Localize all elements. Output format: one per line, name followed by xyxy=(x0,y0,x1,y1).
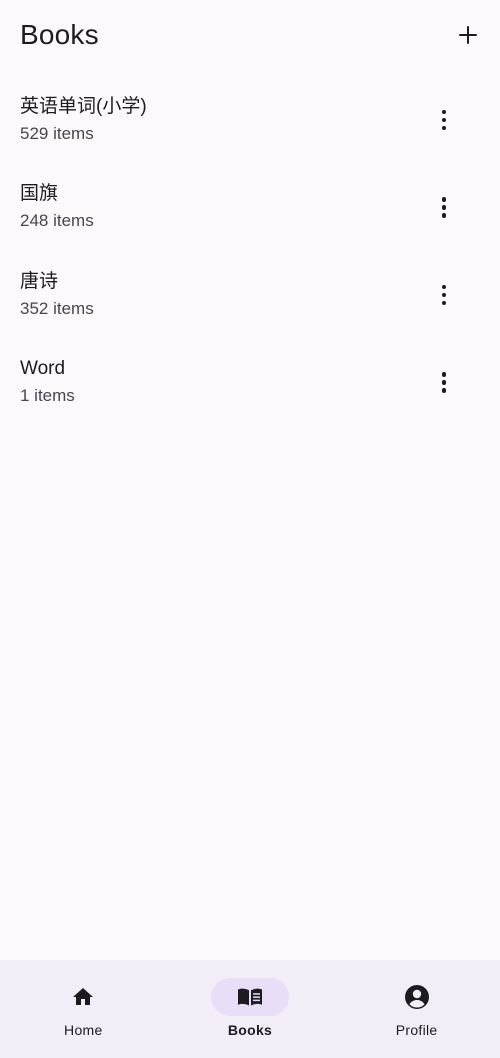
nav-label-home: Home xyxy=(64,1022,103,1038)
book-open-icon xyxy=(236,985,264,1009)
nav-indicator xyxy=(378,978,456,1016)
book-item-count: 352 items xyxy=(20,298,94,318)
book-item-count: 1 items xyxy=(20,386,75,406)
bottom-navigation-bar: Home Books Profile xyxy=(0,960,500,1058)
book-title: 国旗 xyxy=(20,183,59,205)
book-item-text: Word 1 items xyxy=(20,356,75,408)
more-vert-icon xyxy=(441,109,447,114)
book-item-count: 248 items xyxy=(20,211,94,231)
book-item-text: 英语单词(小学) 529 items xyxy=(20,94,147,146)
nav-label-books: Books xyxy=(227,1022,273,1038)
book-title: 唐诗 xyxy=(20,270,59,292)
book-list-item[interactable]: Word 1 items xyxy=(0,339,500,427)
app-bar: Books xyxy=(0,0,500,70)
account-circle-icon xyxy=(404,984,430,1010)
book-item-text: 国旗 248 items xyxy=(20,181,94,233)
more-options-button[interactable] xyxy=(432,195,456,219)
page-title: Books xyxy=(20,19,99,50)
book-title: 英语单词(小学) xyxy=(20,95,147,117)
app-screen: Books 英语单词(小学) 529 items 国旗 248 items 唐诗… xyxy=(0,0,500,1058)
book-item-text: 唐诗 352 items xyxy=(20,269,94,321)
more-vert-icon xyxy=(441,284,447,289)
more-options-button[interactable] xyxy=(432,283,456,307)
nav-item-books[interactable]: Books xyxy=(190,978,310,1038)
more-vert-icon xyxy=(441,197,447,202)
more-options-button[interactable] xyxy=(432,370,456,394)
more-vert-icon xyxy=(441,372,447,377)
book-list: 英语单词(小学) 529 items 国旗 248 items 唐诗 352 i… xyxy=(0,76,500,426)
nav-indicator-active xyxy=(210,978,289,1016)
book-list-item[interactable]: 英语单词(小学) 529 items xyxy=(0,76,500,164)
nav-item-profile[interactable]: Profile xyxy=(357,978,477,1038)
nav-label-profile: Profile xyxy=(395,1022,438,1038)
book-list-item[interactable]: 国旗 248 items xyxy=(0,164,500,252)
more-options-button[interactable] xyxy=(432,108,456,132)
book-title: Word xyxy=(20,358,66,380)
nav-item-home[interactable]: Home xyxy=(23,978,143,1038)
nav-indicator xyxy=(44,978,122,1016)
add-book-button[interactable] xyxy=(454,21,482,49)
book-item-count: 529 items xyxy=(20,123,94,143)
book-list-item[interactable]: 唐诗 352 items xyxy=(0,251,500,339)
home-icon xyxy=(71,985,95,1009)
